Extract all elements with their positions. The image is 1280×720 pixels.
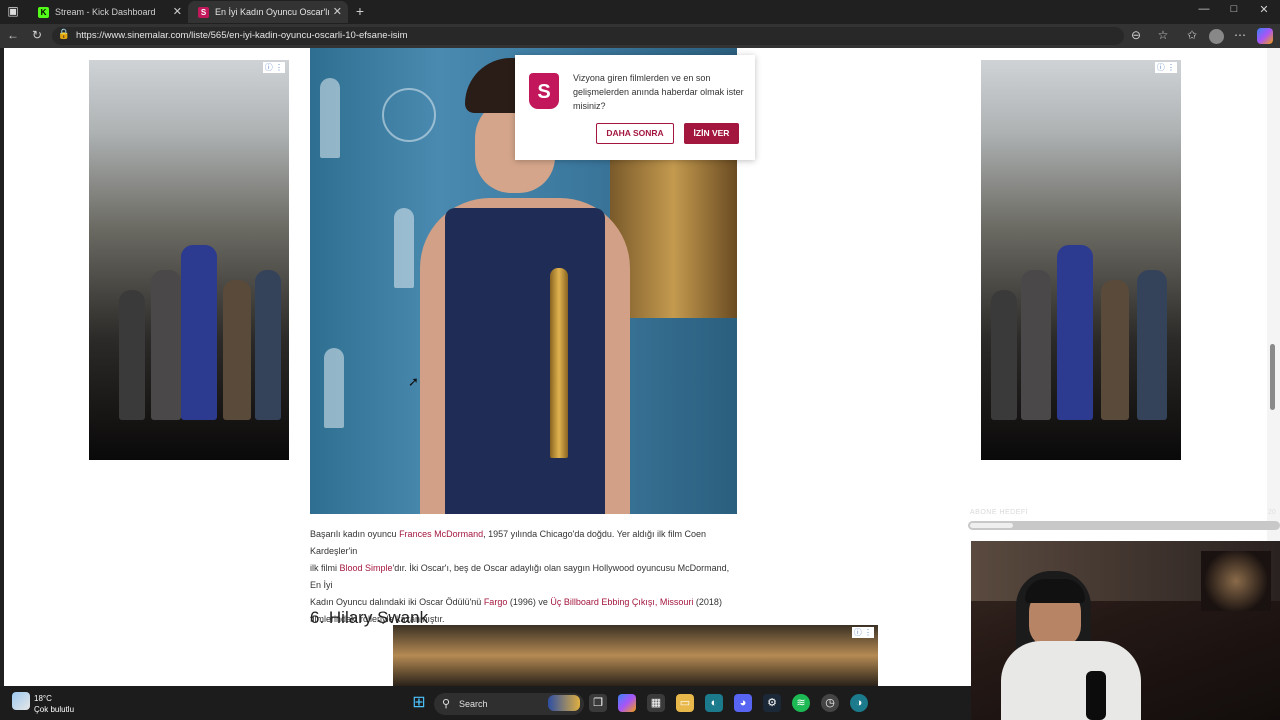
profile-avatar[interactable] bbox=[1209, 29, 1224, 44]
streamer-shirt bbox=[1001, 641, 1141, 720]
search-icon: ⚲ bbox=[442, 698, 451, 710]
oscar-statue-backdrop bbox=[394, 208, 414, 288]
new-tab-button[interactable]: + bbox=[351, 3, 369, 19]
ad-figure bbox=[1101, 280, 1129, 420]
taskbar-search-label: Search bbox=[459, 699, 488, 709]
task-view-icon[interactable]: ❐ bbox=[589, 694, 607, 712]
weather-icon[interactable] bbox=[12, 692, 30, 710]
bottom-ad-banner[interactable]: ⓘ ⋮ bbox=[393, 625, 878, 686]
kick-favicon-icon: K bbox=[38, 6, 49, 18]
weather-temperature[interactable]: 18°C bbox=[34, 694, 52, 703]
close-icon[interactable]: ✕ bbox=[173, 5, 182, 18]
mouse-cursor-icon: ➚ bbox=[408, 374, 419, 389]
favorites-icon[interactable]: ✩ bbox=[1183, 28, 1201, 42]
edge-icon[interactable]: ◐ bbox=[705, 694, 723, 712]
app-icon[interactable]: ◷ bbox=[821, 694, 839, 712]
scrollbar-thumb[interactable] bbox=[1270, 344, 1275, 410]
text: Kadın Oyuncu dalındaki iki Oscar Ödülü'n… bbox=[310, 597, 484, 607]
sinemalar-logo-icon: S bbox=[529, 73, 559, 109]
ad-choices-icon[interactable]: ⓘ ⋮ bbox=[851, 627, 874, 638]
microphone bbox=[1086, 671, 1106, 720]
notification-permission-popup: S Vizyona giren filmlerden ve en son gel… bbox=[515, 55, 755, 160]
refresh-button[interactable]: ↻ bbox=[28, 28, 46, 42]
popup-message: Vizyona giren filmlerden ve en son geliş… bbox=[573, 73, 744, 111]
abc-logo bbox=[382, 88, 436, 142]
oscar-statue-backdrop bbox=[324, 348, 344, 428]
tab-actions-icon[interactable]: ▣ bbox=[4, 4, 22, 18]
ad-figure bbox=[1057, 245, 1093, 420]
favorite-star-icon[interactable]: ☆ bbox=[1154, 28, 1172, 42]
oscar-trophy bbox=[550, 268, 568, 458]
ad-figure bbox=[1021, 270, 1051, 420]
subscriber-goal-fill bbox=[970, 523, 1013, 528]
tab-title: Stream - Kick Dashboard bbox=[55, 7, 156, 17]
webcam-feed bbox=[971, 541, 1280, 720]
right-ad-banner[interactable]: ⓘ ⋮ bbox=[981, 60, 1181, 460]
sinemalar-favicon-icon: S bbox=[198, 6, 209, 18]
oscar-statue-backdrop bbox=[320, 78, 340, 158]
streamer-hair bbox=[1025, 579, 1085, 603]
ad-figure bbox=[181, 245, 217, 420]
back-button[interactable]: ← bbox=[4, 28, 22, 42]
text: Başarılı kadın oyuncu bbox=[310, 529, 400, 539]
minimize-button[interactable]: — bbox=[1189, 3, 1219, 15]
windows-start-icon[interactable]: ⊞ bbox=[410, 694, 428, 712]
later-button[interactable]: DAHA SONRA bbox=[596, 123, 674, 144]
allow-button[interactable]: İZİN VER bbox=[684, 123, 739, 144]
tab-title: En İyi Kadın Oyuncu Oscar'lı 10 Efs bbox=[215, 7, 333, 17]
close-window-button[interactable]: ✕ bbox=[1249, 3, 1279, 16]
ad-figure bbox=[991, 290, 1017, 420]
store-icon[interactable]: ▦ bbox=[647, 694, 665, 712]
ad-figure bbox=[1137, 270, 1167, 420]
text: (1996) ve bbox=[507, 597, 551, 607]
ad-choices-icon[interactable]: ⓘ ⋮ bbox=[262, 62, 285, 73]
weather-description[interactable]: Çok bulutlu bbox=[34, 705, 74, 714]
subscriber-goal-bar bbox=[968, 521, 1280, 530]
film-link[interactable]: Blood Simple bbox=[340, 563, 393, 573]
close-icon[interactable]: ✕ bbox=[333, 5, 342, 18]
window-lights bbox=[1201, 551, 1271, 611]
steam-icon[interactable]: ⚙ bbox=[763, 694, 781, 712]
subscriber-goal-count: 20 bbox=[1268, 509, 1276, 516]
discord-icon[interactable]: ◕ bbox=[734, 694, 752, 712]
copilot-icon[interactable] bbox=[1257, 28, 1273, 44]
ad-figure bbox=[119, 290, 145, 420]
copilot-app-icon[interactable] bbox=[618, 694, 636, 712]
search-highlight-icon[interactable] bbox=[548, 695, 580, 711]
more-menu-icon[interactable]: ⋯ bbox=[1231, 28, 1249, 42]
edge-alt-icon[interactable]: ◑ bbox=[850, 694, 868, 712]
actor-link[interactable]: Frances McDormand bbox=[399, 529, 483, 539]
left-ad-banner[interactable]: ⓘ ⋮ bbox=[89, 60, 289, 460]
maximize-button[interactable]: □ bbox=[1219, 3, 1249, 15]
file-explorer-icon[interactable]: ▭ bbox=[676, 694, 694, 712]
subscriber-goal-label: ABONE HEDEFİ bbox=[970, 509, 1029, 516]
film-link[interactable]: Fargo bbox=[484, 597, 508, 607]
site-info-icon[interactable]: 🔒 bbox=[55, 29, 73, 40]
url-text[interactable]: https://www.sinemalar.com/liste/565/en-i… bbox=[76, 30, 408, 41]
spotify-icon[interactable]: ≋ bbox=[792, 694, 810, 712]
tab-sinemalar[interactable]: S En İyi Kadın Oyuncu Oscar'lı 10 Efs ✕ bbox=[188, 1, 348, 23]
text: ilk filmi bbox=[310, 563, 340, 573]
tab-kick-dashboard[interactable]: K Stream - Kick Dashboard ✕ bbox=[28, 1, 188, 23]
ad-figure bbox=[223, 280, 251, 420]
film-link[interactable]: Üç Billboard Ebbing Çıkışı, Missouri bbox=[550, 597, 693, 607]
text: (2018) bbox=[693, 597, 722, 607]
ad-figure bbox=[255, 270, 281, 420]
actress-dress bbox=[445, 208, 605, 514]
ad-figure bbox=[151, 270, 181, 420]
ad-choices-icon[interactable]: ⓘ ⋮ bbox=[1154, 62, 1177, 73]
reader-icon[interactable]: ⊖ bbox=[1127, 28, 1145, 42]
